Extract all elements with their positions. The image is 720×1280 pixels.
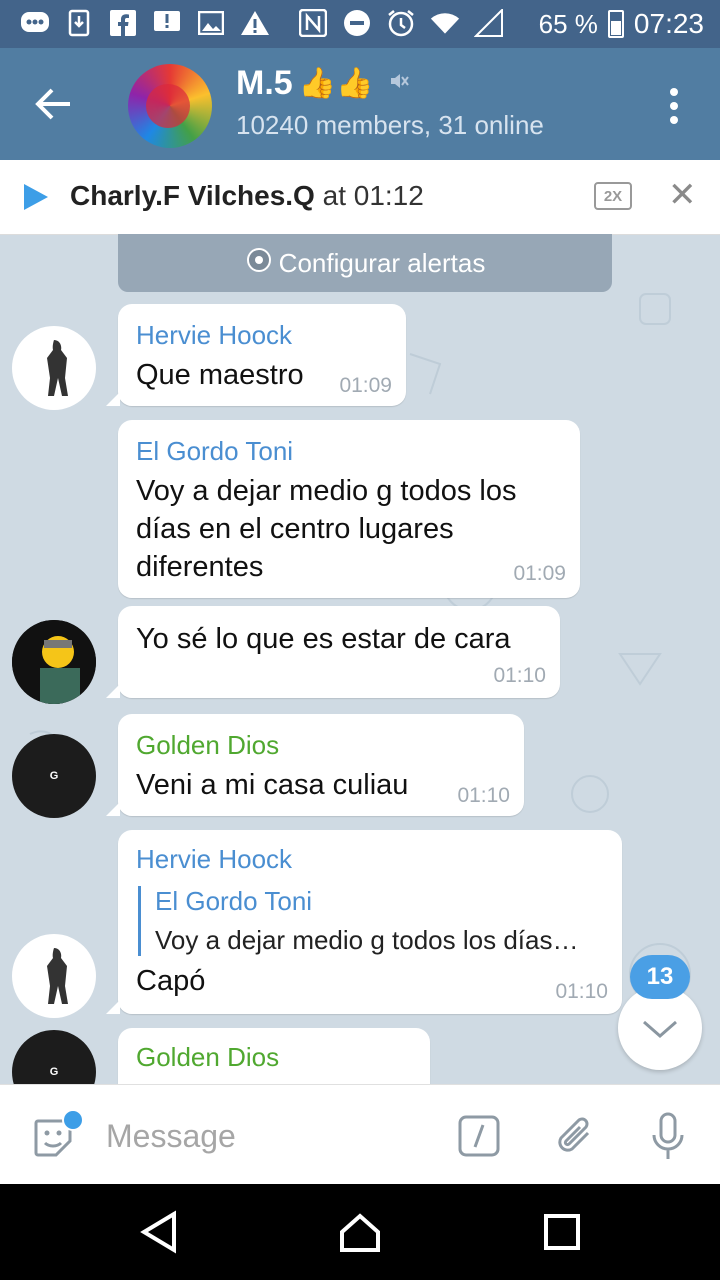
message-time: 01:10 — [493, 664, 546, 687]
notification-icons — [20, 8, 504, 38]
gear-icon — [245, 246, 273, 281]
audio-player-bar[interactable]: Charly.F Vilches.Q at 01:12 2X ✕ — [0, 160, 720, 235]
message-text: Capó — [136, 965, 206, 997]
nav-back-icon[interactable] — [138, 1210, 182, 1254]
avatar-letter: G — [49, 1066, 59, 1078]
nav-recents-icon[interactable] — [540, 1210, 584, 1254]
nfc-icon — [298, 8, 328, 38]
image-icon — [196, 8, 226, 38]
warning-icon — [240, 8, 270, 38]
message-sender: Hervie Hoock — [136, 844, 293, 874]
message-bubble[interactable]: Yo sé lo que es estar de cara 01:10 — [106, 606, 560, 698]
message-bubble[interactable]: Hervie Hoock El Gordo Toni Voy a dejar m… — [106, 830, 622, 1014]
message-sender: Golden Dios — [136, 730, 280, 760]
chat-bubble-icon — [20, 8, 50, 38]
alarm-icon — [386, 8, 416, 38]
battery-percent: 65 % — [538, 8, 598, 39]
player-author: Charly.F Vilches.Q — [70, 180, 315, 211]
new-sticker-dot — [62, 1109, 84, 1131]
bot-command-icon[interactable] — [458, 1115, 500, 1157]
avatar[interactable]: G — [12, 734, 96, 818]
message-bubble[interactable]: El Gordo Toni Voy a dejar medio g todos … — [118, 420, 580, 598]
microphone-icon[interactable] — [646, 1111, 690, 1163]
thumbs-up-emoji: 👍👍 — [298, 67, 374, 100]
muted-icon — [389, 71, 410, 97]
player-info: Charly.F Vilches.Q at 01:12 — [70, 180, 424, 212]
playback-speed-button[interactable]: 2X — [594, 182, 632, 210]
message-time: 01:10 — [555, 980, 608, 1003]
group-title: M.5 — [236, 64, 293, 102]
message-time: 01:09 — [339, 374, 392, 397]
message-sender: El Gordo Toni — [136, 436, 294, 466]
group-subtitle: 10240 members, 31 online — [236, 110, 544, 140]
player-time: at 01:12 — [314, 180, 424, 211]
signal-icon — [474, 8, 504, 38]
unread-count-badge[interactable]: 13 — [630, 955, 690, 999]
configure-alerts-label: Configurar alertas — [278, 247, 486, 278]
wifi-icon — [430, 8, 460, 38]
group-title-row[interactable]: M.5 👍👍 — [236, 64, 410, 103]
message-text: Que maestro — [136, 359, 304, 391]
nav-home-icon[interactable] — [338, 1210, 382, 1254]
message-bubble[interactable]: Golden Dios — [118, 1028, 430, 1084]
chat-header: M.5 👍👍 10240 members, 31 online — [0, 48, 720, 160]
configure-alerts-banner[interactable]: Configurar alertas — [118, 234, 612, 292]
avatar[interactable] — [12, 620, 96, 704]
message-text: Veni a mi casa culiau — [136, 769, 409, 801]
close-icon[interactable]: ✕ — [668, 178, 697, 212]
play-icon[interactable] — [24, 184, 48, 210]
avatar[interactable] — [12, 934, 96, 1018]
message-text: Voy a dejar medio g todos los días en el… — [136, 475, 517, 583]
clock: 07:23 — [633, 8, 704, 39]
download-icon — [64, 8, 94, 38]
message-text: Yo sé lo que es estar de cara — [136, 623, 511, 655]
avatar[interactable] — [12, 326, 96, 410]
message-input-bar — [0, 1084, 720, 1185]
message-sender: Golden Dios — [136, 1042, 280, 1072]
do-not-disturb-icon — [342, 8, 372, 38]
status-bar: 65 % 07:23 — [0, 0, 720, 48]
reply-text: Voy a dejar medio g todos los días… — [155, 925, 579, 955]
attach-icon[interactable] — [554, 1113, 598, 1159]
reply-sender: El Gordo Toni — [155, 886, 313, 916]
battery-icon — [607, 10, 624, 38]
android-nav-bar — [0, 1184, 720, 1280]
status-right: 65 % 07:23 — [539, 8, 704, 40]
message-list[interactable]: Configurar alertas Hervie Hoock Que maes… — [0, 234, 720, 1084]
message-bubble[interactable]: Hervie Hoock Que maestro 01:09 — [106, 304, 406, 406]
facebook-icon — [108, 8, 138, 38]
more-options-icon[interactable] — [668, 88, 680, 124]
message-bubble[interactable]: Golden Dios Veni a mi casa culiau 01:10 — [106, 714, 524, 816]
message-time: 01:09 — [513, 562, 566, 585]
message-time: 01:10 — [457, 784, 510, 807]
reply-quote[interactable]: El Gordo Toni Voy a dejar medio g todos … — [138, 886, 578, 956]
avatar-letter: G — [49, 770, 59, 782]
back-arrow-icon[interactable] — [32, 84, 76, 124]
message-sender: Hervie Hoock — [136, 320, 293, 350]
alert-icon — [152, 8, 182, 38]
message-input[interactable] — [104, 1113, 428, 1159]
group-avatar[interactable] — [128, 64, 212, 148]
